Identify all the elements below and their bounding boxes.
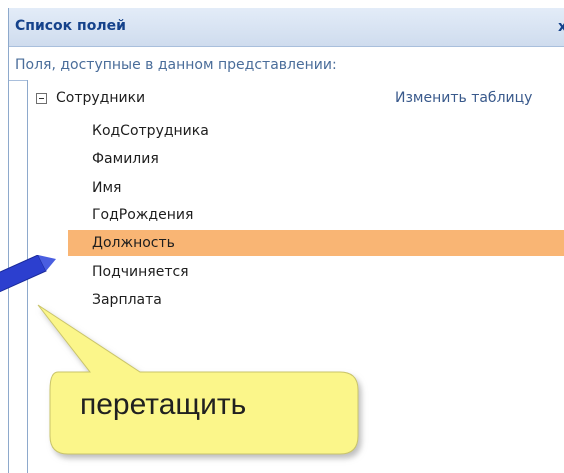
table-node[interactable]: Сотрудники	[36, 86, 145, 110]
field-item[interactable]: Зарплата	[92, 287, 162, 313]
page: Список полей x Поля, доступные в данном …	[0, 0, 564, 473]
pane-title: Список полей	[15, 18, 126, 34]
table-name: Сотрудники	[56, 90, 146, 106]
edit-table-link[interactable]: Изменить таблицу	[395, 90, 532, 106]
field-item-selected[interactable]: Должность	[68, 230, 564, 256]
pane-subheader: Поля, доступные в данном представлении:	[9, 52, 564, 81]
field-item[interactable]: Фамилия	[92, 146, 159, 172]
field-item[interactable]: Имя	[92, 175, 121, 201]
pane-header: Список полей x	[9, 8, 564, 47]
minus-box-icon[interactable]	[36, 92, 47, 104]
pencil-icon	[0, 255, 56, 293]
close-icon[interactable]: x	[558, 19, 564, 35]
field-item[interactable]: Подчиняется	[92, 259, 189, 285]
pane-subtitle: Поля, доступные в данном представлении:	[15, 57, 337, 73]
field-item[interactable]: ГодРождения	[92, 202, 193, 228]
callout-label: перетащить	[80, 388, 247, 421]
field-item[interactable]: КодСотрудника	[92, 118, 209, 144]
